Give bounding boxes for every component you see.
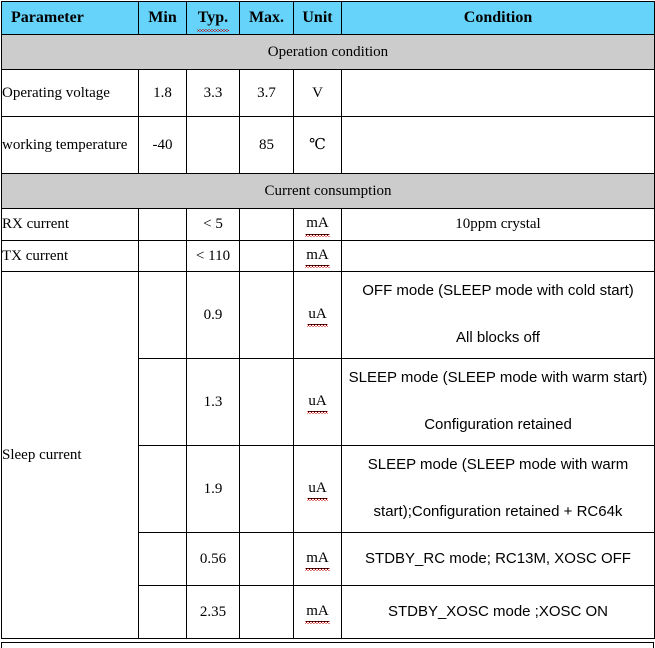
electrical-specification-table: Parameter Min Typ. Max. Unit Condition O… — [1, 1, 655, 639]
cell-condition-sleep-4: STDBY_RC mode; RC13M, XOSC OFF — [341, 532, 655, 586]
cell-max-sleep-4 — [239, 532, 294, 586]
cell-min-sleep-1 — [138, 271, 187, 359]
cell-unit-sleep-2: uA — [293, 358, 342, 446]
unit-label-ma: mA — [305, 214, 330, 237]
condition-line-2: Configuration retained — [424, 416, 572, 433]
cell-parameter-rx-current: RX current — [1, 208, 139, 241]
cell-typ-sleep-4: 0.56 — [186, 532, 240, 586]
cell-parameter-sleep-current: Sleep current — [1, 271, 139, 639]
unit-label-ua: uA — [307, 392, 329, 415]
cell-typ-tx-current: < 110 — [186, 240, 240, 272]
cell-condition-sleep-1: OFF mode (SLEEP mode with cold start) Al… — [341, 271, 655, 359]
cell-min-sleep-3 — [138, 445, 187, 533]
cell-parameter-working-temperature: working temperature — [1, 116, 139, 174]
condition-line-1: STDBY_RC mode; RC13M, XOSC OFF — [365, 549, 631, 567]
cell-typ-working-temperature — [186, 116, 240, 174]
cell-min-operating-voltage: 1.8 — [138, 69, 187, 117]
column-header-unit: Unit — [293, 1, 342, 35]
unit-label-ma: mA — [305, 602, 330, 625]
condition-line-1: STDBY_XOSC mode ;XOSC ON — [387, 602, 609, 620]
cell-condition-working-temperature — [341, 116, 655, 174]
column-header-condition: Condition — [341, 1, 655, 35]
condition-line-1: OFF mode (SLEEP mode with cold start) — [362, 282, 634, 300]
cell-min-sleep-4 — [138, 532, 187, 586]
cell-max-working-temperature: 85 — [239, 116, 294, 174]
section-row-operation-condition: Operation condition — [1, 34, 655, 70]
condition-line-2: All blocks off — [456, 329, 540, 346]
cell-condition-operating-voltage — [341, 69, 655, 117]
cell-condition-sleep-2: SLEEP mode (SLEEP mode with warm start) … — [341, 358, 655, 446]
cell-min-rx-current — [138, 208, 187, 241]
cell-max-operating-voltage: 3.7 — [239, 69, 294, 117]
cell-min-working-temperature: -40 — [138, 116, 187, 174]
column-header-parameter: Parameter — [1, 1, 139, 35]
cell-condition-rx-current: 10ppm crystal — [341, 208, 655, 241]
cell-condition-sleep-5: STDBY_XOSC mode ;XOSC ON — [341, 585, 655, 639]
cell-typ-sleep-2: 1.3 — [186, 358, 240, 446]
section-title-current-consumption: Current consumption — [1, 173, 655, 209]
cell-unit-sleep-3: uA — [293, 445, 342, 533]
cell-unit-working-temperature: ℃ — [293, 116, 342, 174]
cell-max-tx-current — [239, 240, 294, 272]
cell-min-sleep-2 — [138, 358, 187, 446]
condition-line-1: SLEEP mode (SLEEP mode with warm start) — [348, 369, 648, 387]
cell-condition-sleep-3: SLEEP mode (SLEEP mode with warm start);… — [341, 445, 655, 533]
cell-unit-sleep-5: mA — [293, 585, 342, 639]
column-header-typ: Typ. — [186, 1, 240, 35]
cell-min-tx-current — [138, 240, 187, 272]
cell-min-sleep-5 — [138, 585, 187, 639]
condition-line-1: SLEEP mode (SLEEP mode with warm — [367, 456, 629, 474]
table-row-tx-current: TX current < 110 mA — [1, 240, 655, 272]
table-row-working-temperature: working temperature -40 85 ℃ — [1, 116, 655, 174]
condition-line-2: start);Configuration retained + RC64k — [373, 503, 623, 520]
cell-typ-sleep-1: 0.9 — [186, 271, 240, 359]
section-row-current-consumption: Current consumption — [1, 173, 655, 209]
column-header-min: Min — [138, 1, 187, 35]
cell-typ-operating-voltage: 3.3 — [186, 69, 240, 117]
table-header-row: Parameter Min Typ. Max. Unit Condition — [1, 1, 655, 35]
cell-unit-sleep-4: mA — [293, 532, 342, 586]
table-row-rx-current: RX current < 5 mA 10ppm crystal — [1, 208, 655, 241]
unit-label-ua: uA — [307, 305, 329, 328]
cell-parameter-operating-voltage: Operating voltage — [1, 69, 139, 117]
cell-max-sleep-1 — [239, 271, 294, 359]
unit-label-ma: mA — [305, 246, 330, 269]
section-title-operation-condition: Operation condition — [1, 34, 655, 70]
table-row-sleep-current-1: Sleep current 0.9 uA OFF mode (SLEEP mod… — [1, 271, 655, 639]
cell-unit-rx-current: mA — [293, 208, 342, 241]
column-header-max: Max. — [239, 1, 294, 35]
unit-label-ua: uA — [307, 479, 329, 502]
cell-typ-sleep-3: 1.9 — [186, 445, 240, 533]
cell-max-rx-current — [239, 208, 294, 241]
unit-label-ma: mA — [305, 549, 330, 572]
cell-unit-tx-current: mA — [293, 240, 342, 272]
cell-parameter-tx-current: TX current — [1, 240, 139, 272]
cell-unit-sleep-1: uA — [293, 271, 342, 359]
cell-typ-sleep-5: 2.35 — [186, 585, 240, 639]
cell-typ-rx-current: < 5 — [186, 208, 240, 241]
cell-max-sleep-3 — [239, 445, 294, 533]
cell-max-sleep-2 — [239, 358, 294, 446]
column-header-typ-label: Typ. — [196, 8, 230, 32]
cell-unit-operating-voltage: V — [293, 69, 342, 117]
table-row-operating-voltage: Operating voltage 1.8 3.3 3.7 V — [1, 69, 655, 117]
cell-condition-tx-current — [341, 240, 655, 272]
datasheet-page: Parameter Min Typ. Max. Unit Condition O… — [0, 1, 655, 648]
next-table-row-partial — [1, 642, 654, 648]
cell-max-sleep-5 — [239, 585, 294, 639]
